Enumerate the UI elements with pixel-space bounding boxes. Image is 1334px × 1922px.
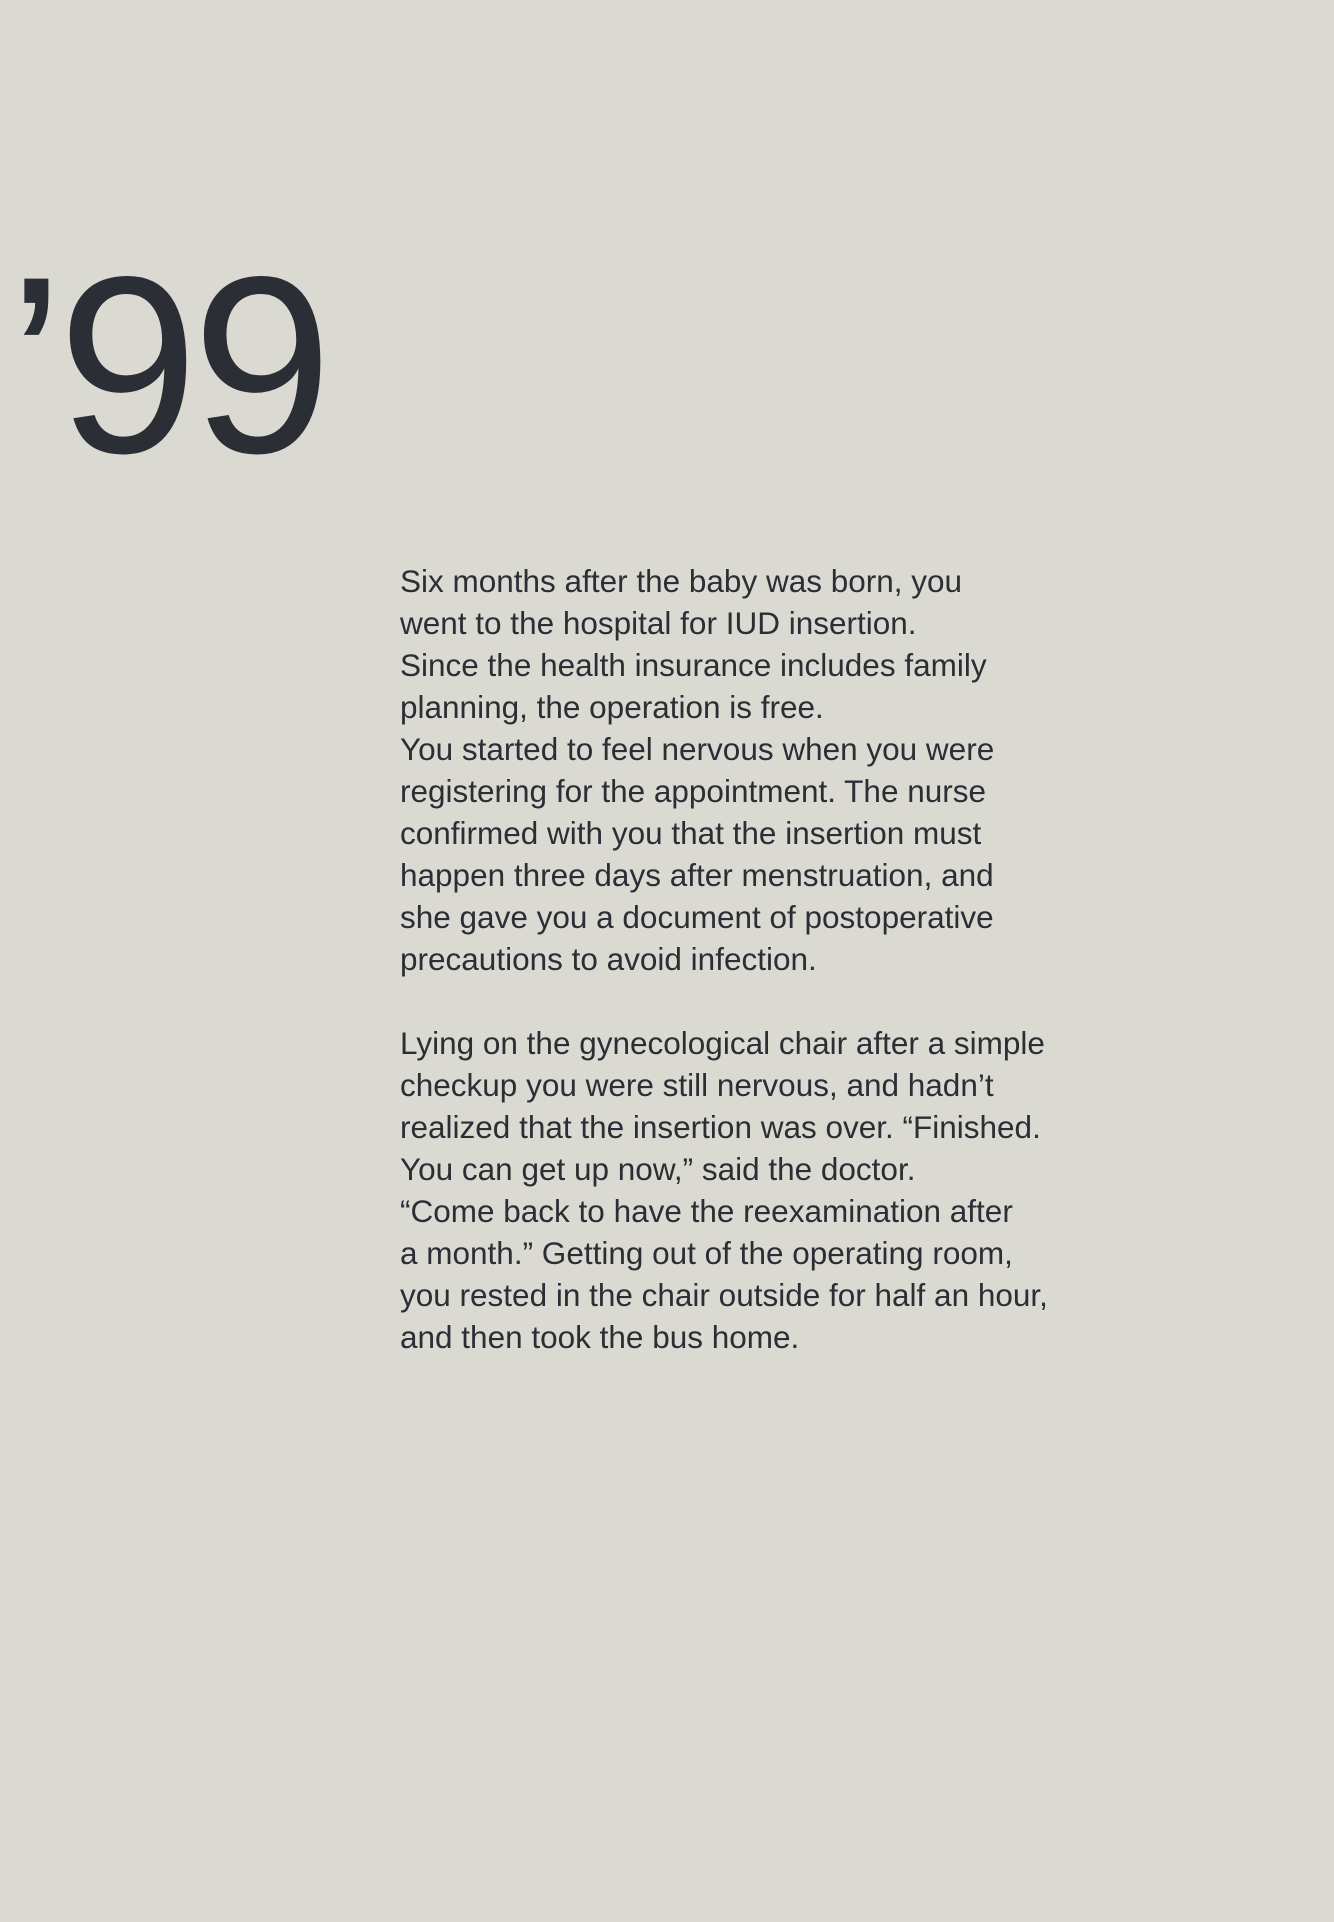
text-line: “Come back to have the reexamination aft… [400,1193,1013,1229]
text-line: You started to feel nervous when you wer… [400,731,995,767]
text-line: realized that the insertion was over. “F… [400,1109,1041,1145]
text-line: confirmed with you that the insertion mu… [400,815,982,851]
text-line: went to the hospital for IUD insertion. [400,605,917,641]
text-line: Since the health insurance includes fami… [400,647,987,683]
year-heading: ’99 [8,225,332,506]
text-line: she gave you a document of postoperative [400,899,994,935]
text-line: you rested in the chair outside for half… [400,1277,1048,1313]
text-line: a month.” Getting out of the operating r… [400,1235,1013,1271]
text-line: You can get up now,” said the doctor. [400,1151,916,1187]
text-line: registering for the appointment. The nur… [400,773,987,809]
paragraph-1: Six months after the baby was born, you … [400,560,1120,980]
paragraph-2: Lying on the gynecological chair after a… [400,1022,1120,1358]
text-line: Lying on the gynecological chair after a… [400,1025,1045,1061]
text-line: planning, the operation is free. [400,689,824,725]
story-text: Six months after the baby was born, you … [400,560,1120,1358]
text-line: and then took the bus home. [400,1319,800,1355]
text-line: Six months after the baby was born, you [400,563,963,599]
page: ’99 Six months after the baby was born, … [0,0,1334,1922]
text-line: checkup you were still nervous, and hadn… [400,1067,994,1103]
text-line: happen three days after menstruation, an… [400,857,994,893]
text-line: precautions to avoid infection. [400,941,817,977]
